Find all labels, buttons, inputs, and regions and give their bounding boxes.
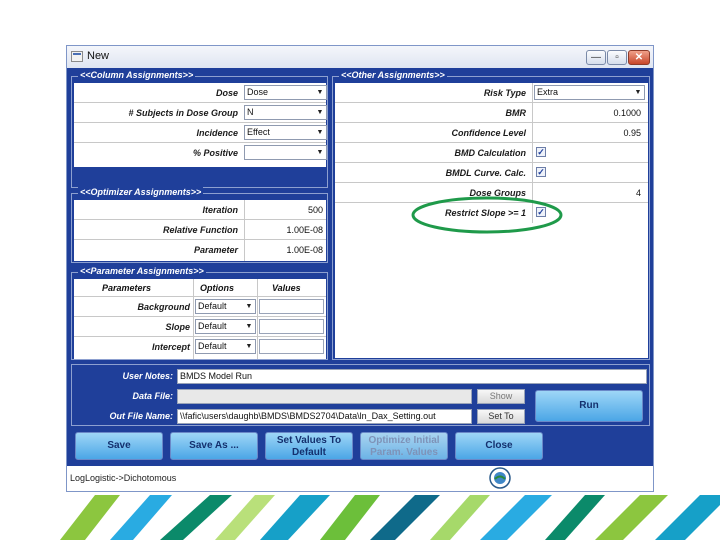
footer-stripe [655,495,720,540]
footer-stripe [595,495,668,540]
decorative-footer [60,495,720,540]
footer-stripe [110,495,172,540]
footer-stripe [370,495,440,540]
footer-stripe [545,495,605,540]
annotation-overlay [411,196,563,234]
highlight-ellipse [411,196,563,234]
footer-stripe [320,495,380,540]
footer-stripe [260,495,330,540]
footer-stripe [480,495,552,540]
footer-stripe [430,495,490,540]
footer-stripe [60,495,120,540]
